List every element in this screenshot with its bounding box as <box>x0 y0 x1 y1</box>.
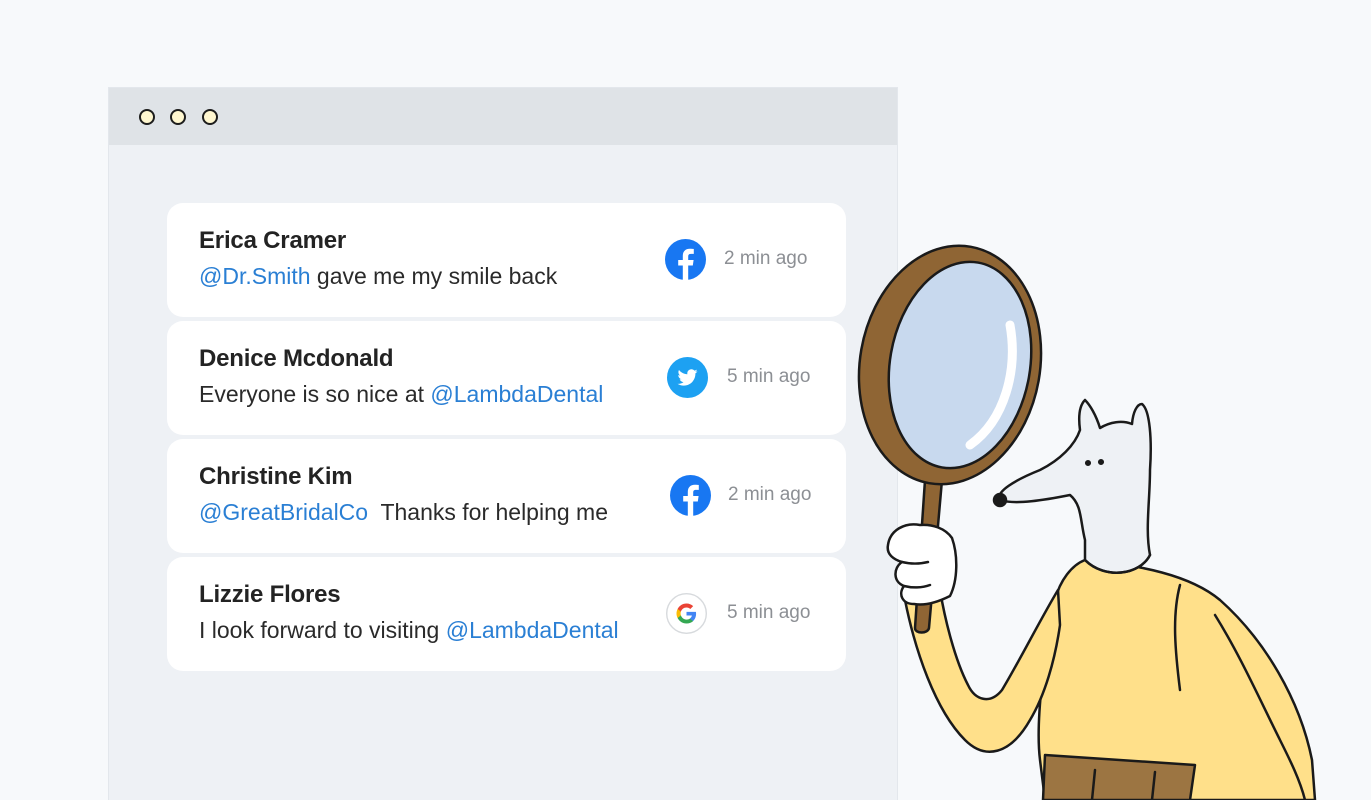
timestamp: 5 min ago <box>727 602 811 623</box>
mention-card[interactable]: Christine Kim @GreatBridalCo Thanks for … <box>167 439 846 553</box>
message-text: gave me my smile back <box>310 263 558 289</box>
mention-card[interactable]: Denice Mcdonald Everyone is so nice at @… <box>167 321 846 435</box>
message-text: I look forward to visiting <box>199 617 446 643</box>
timestamp: 2 min ago <box>728 484 812 505</box>
mention-card[interactable]: Erica Cramer @Dr.Smith gave me my smile … <box>167 203 846 317</box>
mention-link[interactable]: @LambdaDental <box>446 617 619 643</box>
message-text: Everyone is so nice at <box>199 381 431 407</box>
facebook-icon[interactable] <box>670 475 711 516</box>
dog-with-magnifying-glass-icon <box>857 244 1317 800</box>
mention-message: Everyone is so nice at @LambdaDental <box>199 381 603 408</box>
mention-link[interactable]: @GreatBridalCo <box>199 499 368 525</box>
mention-message: I look forward to visiting @LambdaDental <box>199 617 619 644</box>
author-name: Denice Mcdonald <box>199 345 394 372</box>
window-control-dot[interactable] <box>170 109 186 125</box>
twitter-icon[interactable] <box>667 357 708 398</box>
google-icon[interactable] <box>666 593 707 634</box>
mention-link[interactable]: @Dr.Smith <box>199 263 311 289</box>
browser-window: Erica Cramer @Dr.Smith gave me my smile … <box>108 87 898 800</box>
facebook-icon[interactable] <box>665 239 706 280</box>
mention-message: @Dr.Smith gave me my smile back <box>199 263 557 290</box>
mention-card[interactable]: Lizzie Flores I look forward to visiting… <box>167 557 846 671</box>
timestamp: 2 min ago <box>724 248 808 269</box>
window-control-dot[interactable] <box>202 109 218 125</box>
message-text: Thanks for helping me <box>368 499 609 525</box>
author-name: Lizzie Flores <box>199 581 341 608</box>
mention-link[interactable]: @LambdaDental <box>430 381 603 407</box>
window-titlebar <box>109 88 897 145</box>
window-control-dot[interactable] <box>139 109 155 125</box>
author-name: Erica Cramer <box>199 227 347 254</box>
author-name: Christine Kim <box>199 463 353 490</box>
mention-message: @GreatBridalCo Thanks for helping me <box>199 499 608 526</box>
timestamp: 5 min ago <box>727 366 811 387</box>
